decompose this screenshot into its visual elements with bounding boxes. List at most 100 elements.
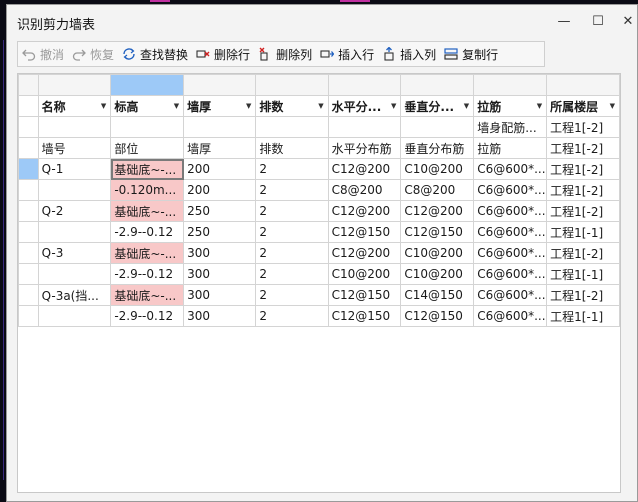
dropdown-icon[interactable]: ▼ — [246, 102, 251, 110]
table-cell[interactable]: 2 — [255, 284, 329, 306]
table-cell[interactable]: 工程1[-2] — [546, 158, 620, 180]
table-cell[interactable]: C12@150 — [327, 284, 402, 306]
minimize-button[interactable]: — — [553, 11, 575, 33]
insert-row-button[interactable]: 插入行 — [316, 43, 378, 65]
table-cell[interactable]: 排数 — [255, 137, 329, 159]
table-cell[interactable]: C10@200 — [400, 263, 475, 285]
table-cell[interactable]: C6@600*... — [473, 200, 548, 222]
table-cell[interactable]: C12@150 — [327, 221, 402, 243]
table-cell[interactable]: 工程1[-1] — [546, 221, 620, 243]
table-cell[interactable]: -2.9--0.12 — [110, 221, 185, 243]
row-header[interactable] — [18, 116, 39, 138]
table-cell[interactable]: Q-2 — [37, 200, 112, 222]
table-cell[interactable]: 工程1[-2] — [546, 179, 620, 201]
table-cell[interactable]: 2 — [255, 221, 329, 243]
table-cell[interactable]: 2 — [255, 179, 329, 201]
maximize-button[interactable]: ☐ — [587, 11, 609, 33]
table-cell[interactable] — [37, 179, 112, 201]
dropdown-icon[interactable]: ▼ — [174, 102, 179, 110]
table-cell[interactable]: 300 — [183, 284, 257, 306]
table-cell[interactable]: C6@600*... — [473, 158, 548, 180]
table-cell[interactable]: Q-3a(挡... — [37, 284, 112, 306]
column-selector[interactable] — [183, 74, 257, 96]
table-cell[interactable]: 部位 — [110, 137, 185, 159]
redo-button[interactable]: 恢复 — [68, 43, 118, 65]
table-cell[interactable]: 工程1[-2] — [546, 137, 620, 159]
table-cell[interactable]: 工程1[-1] — [546, 305, 620, 327]
delete-col-button[interactable]: 删除列 — [254, 43, 316, 65]
table-cell[interactable]: 墙厚 — [183, 137, 257, 159]
header-cell[interactable]: 所属楼层 ▼ — [546, 95, 620, 117]
column-selector[interactable] — [37, 74, 112, 96]
table-cell[interactable]: 墙号 — [37, 137, 112, 159]
row-header[interactable] — [18, 242, 39, 264]
column-selector[interactable] — [255, 74, 329, 96]
table-cell[interactable]: C12@200 — [327, 200, 402, 222]
dropdown-icon[interactable]: ▼ — [537, 102, 542, 110]
table-cell[interactable]: 工程1[-2] — [546, 284, 620, 306]
find-replace-button[interactable]: 查找替换 — [118, 43, 192, 65]
table-cell[interactable] — [37, 263, 112, 285]
row-header[interactable] — [18, 95, 39, 117]
table-cell[interactable]: 拉筋 — [473, 137, 548, 159]
undo-button[interactable]: 撤消 — [18, 43, 68, 65]
table-cell[interactable]: 200 — [183, 179, 257, 201]
header-cell[interactable]: 水平分... ▼ — [327, 95, 402, 117]
table-cell[interactable]: C12@200 — [327, 242, 402, 264]
table-cell[interactable]: C12@150 — [400, 221, 475, 243]
table-cell[interactable]: C6@600*... — [473, 179, 548, 201]
table-cell[interactable]: 工程1[-2] — [546, 242, 620, 264]
row-header[interactable] — [18, 263, 39, 285]
table-cell-highlighted[interactable]: -0.120m... — [110, 179, 185, 201]
table-cell[interactable]: 300 — [183, 305, 257, 327]
table-cell[interactable]: 工程1[-2] — [546, 116, 620, 138]
row-header[interactable] — [18, 137, 39, 159]
header-cell[interactable]: 垂直分... ▼ — [400, 95, 475, 117]
table-cell[interactable]: 300 — [183, 263, 257, 285]
table-cell[interactable]: 工程1[-2] — [546, 200, 620, 222]
table-cell[interactable] — [183, 116, 257, 138]
table-cell[interactable]: 2 — [255, 305, 329, 327]
row-header[interactable] — [18, 179, 39, 201]
table-cell[interactable]: 200 — [183, 158, 257, 180]
table-cell[interactable]: 250 — [183, 221, 257, 243]
column-selector[interactable] — [546, 74, 620, 96]
table-cell[interactable]: Q-1 — [37, 158, 112, 180]
table-cell[interactable] — [327, 116, 402, 138]
table-cell[interactable]: C10@200 — [400, 158, 475, 180]
table-cell[interactable] — [400, 116, 475, 138]
table-cell[interactable] — [255, 116, 329, 138]
table-cell[interactable]: C12@200 — [327, 158, 402, 180]
title-bar[interactable]: 识别剪力墙表 — ☐ ✕ — [7, 5, 637, 39]
delete-row-button[interactable]: 删除行 — [192, 43, 254, 65]
table-cell[interactable]: 2 — [255, 242, 329, 264]
table-cell[interactable]: 垂直分布筋 — [400, 137, 475, 159]
table-cell[interactable]: C12@150 — [400, 305, 475, 327]
dropdown-icon[interactable]: ▼ — [391, 102, 396, 110]
table-cell[interactable]: -2.9--0.12 — [110, 263, 185, 285]
table-cell[interactable]: C12@200 — [400, 200, 475, 222]
table-cell[interactable] — [37, 305, 112, 327]
table-cell[interactable]: C6@600*... — [473, 221, 548, 243]
dropdown-icon[interactable]: ▼ — [101, 102, 106, 110]
table-cell[interactable]: C6@600*... — [473, 242, 548, 264]
header-cell[interactable]: 名称 ▼ — [37, 95, 112, 117]
row-header-active[interactable] — [18, 158, 39, 180]
table-cell[interactable]: C8@200 — [327, 179, 402, 201]
table-cell-highlighted[interactable]: 基础底~-... — [110, 242, 185, 264]
table-cell[interactable]: 2 — [255, 200, 329, 222]
table-cell-highlighted[interactable]: 基础底~-... — [110, 200, 185, 222]
table-cell[interactable]: C14@150 — [400, 284, 475, 306]
table-cell[interactable]: -2.9--0.12 — [110, 305, 185, 327]
table-cell[interactable]: C6@600*... — [473, 263, 548, 285]
row-header[interactable] — [18, 284, 39, 306]
column-selector[interactable] — [473, 74, 548, 96]
table-cell[interactable] — [37, 221, 112, 243]
dropdown-icon[interactable]: ▼ — [318, 102, 323, 110]
header-cell[interactable]: 拉筋 ▼ — [473, 95, 548, 117]
corner-cell[interactable] — [18, 74, 39, 96]
table-cell[interactable]: C10@200 — [327, 263, 402, 285]
row-header[interactable] — [18, 221, 39, 243]
row-header[interactable] — [18, 305, 39, 327]
table-cell[interactable]: 250 — [183, 200, 257, 222]
